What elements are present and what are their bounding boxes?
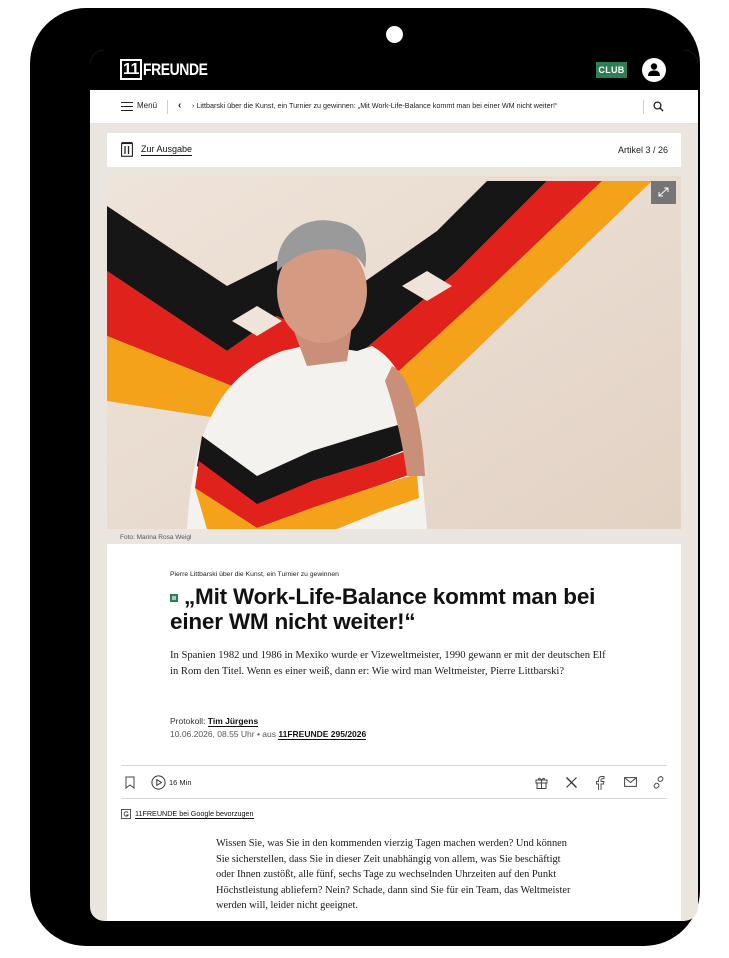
screen: 11 FREUNDE CLUB Menü ‹ › Littbarski über… <box>90 50 698 921</box>
menu-button[interactable]: Menü <box>137 101 157 110</box>
facebook-icon[interactable] <box>595 776 605 790</box>
play-icon[interactable] <box>151 775 166 790</box>
nav-bar: Menü ‹ › Littbarski über die Kunst, ein … <box>90 90 698 124</box>
author-link[interactable]: Tim Jürgens <box>207 716 259 727</box>
club-button[interactable]: CLUB <box>596 62 627 78</box>
article-card: Pierre Littbarski über die Kunst, ein Tu… <box>107 544 681 921</box>
byline: Protokoll: Tim Jürgens <box>170 716 259 727</box>
camera-dot <box>386 26 403 43</box>
x-twitter-icon[interactable] <box>565 776 578 789</box>
back-to-issue-link[interactable]: Zur Ausgabe <box>141 144 193 156</box>
email-icon[interactable] <box>624 777 637 787</box>
hamburger-icon[interactable] <box>121 102 133 112</box>
google-icon <box>121 809 131 819</box>
article-ticker[interactable]: › Littbarski über die Kunst, ein Turnier… <box>192 101 642 110</box>
expand-image-button[interactable] <box>651 181 676 204</box>
dateline: 10.06.2026, 08.55 Uhr • aus 11FREUNDE 29… <box>170 729 367 740</box>
gift-icon[interactable] <box>535 776 548 789</box>
article-body: Wissen Sie, was Sie in den kommenden vie… <box>216 838 571 912</box>
byline-prefix: Protokoll: <box>170 716 208 726</box>
chevron-left-icon[interactable]: ‹ <box>178 100 181 111</box>
photo-credit: Foto: Marina Rosa Weigl <box>120 534 192 541</box>
google-preference-label: 11FREUNDE bei Google bevorzugen <box>135 809 254 819</box>
site-header: 11 FREUNDE CLUB <box>90 50 698 90</box>
article-headline: „Mit Work-Life-Balance kommt man bei ein… <box>170 584 596 634</box>
logo-number: 11 <box>120 59 142 80</box>
user-icon <box>648 63 660 76</box>
nav-divider <box>643 100 644 114</box>
tablet-frame: 11 FREUNDE CLUB Menü ‹ › Littbarski über… <box>30 8 700 946</box>
article-lead: In Spanien 1982 und 1986 in Mexiko wurde… <box>170 650 606 677</box>
date-separator: • aus <box>254 729 279 739</box>
hero-image <box>107 176 681 529</box>
article-toolbar: 16 Min <box>121 765 667 799</box>
article-kicker: Pierre Littbarski über die Kunst, ein Tu… <box>170 571 339 578</box>
read-time: 16 Min <box>169 778 192 787</box>
issue-bar: Zur Ausgabe Artikel 3 / 26 <box>107 133 681 167</box>
search-icon[interactable] <box>653 101 664 112</box>
publish-date: 10.06.2026, 08.55 Uhr <box>170 729 255 739</box>
article-counter: Artikel 3 / 26 <box>617 145 668 155</box>
issue-link[interactable]: 11FREUNDE 295/2026 <box>278 729 367 740</box>
link-icon[interactable] <box>652 776 665 789</box>
hero-photo <box>107 176 681 529</box>
google-preference-link[interactable]: 11FREUNDE bei Google bevorzugen <box>121 809 254 819</box>
logo-word: FREUNDE <box>142 59 208 79</box>
account-button[interactable] <box>642 58 666 82</box>
expand-icon <box>658 187 669 197</box>
site-logo[interactable]: 11 FREUNDE <box>120 59 222 80</box>
nav-divider <box>167 100 168 114</box>
magazine-icon <box>121 142 133 157</box>
bookmark-icon[interactable] <box>125 776 135 789</box>
